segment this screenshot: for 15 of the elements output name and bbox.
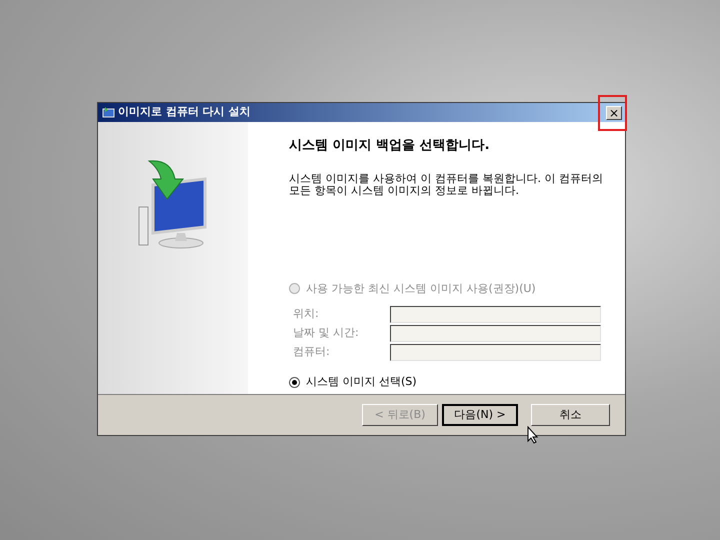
dialog-button[interactable]: 취소: [531, 404, 610, 426]
dialog-button[interactable]: 다음(N) >: [442, 404, 518, 426]
radio-label: 시스템 이미지 선택(S): [306, 374, 417, 390]
page-heading: 시스템 이미지 백업을 선택합니다.: [289, 137, 491, 155]
description-text: 시스템 이미지를 사용하여 이 컴퓨터를 복원합니다. 이 컴퓨터의 모든 항목이 시스템 이미지의 정보로 바뀝니다.: [289, 172, 604, 196]
close-button[interactable]: ×: [606, 106, 622, 120]
field-label: 컴퓨터:: [293, 344, 331, 360]
window-title: 이미지로 컴퓨터 다시 설치: [118, 104, 250, 120]
radio-button[interactable]: [289, 376, 300, 388]
field-label: 날짜 및 시간:: [293, 325, 360, 342]
radio-label: 사용 가능한 최신 시스템 이미지 사용(권장)(U): [306, 280, 536, 296]
monitor-icon: [101, 106, 115, 120]
highlight-frame: [598, 95, 627, 131]
mouse-cursor-icon: [527, 426, 539, 444]
field-label: 위치:: [293, 306, 320, 322]
